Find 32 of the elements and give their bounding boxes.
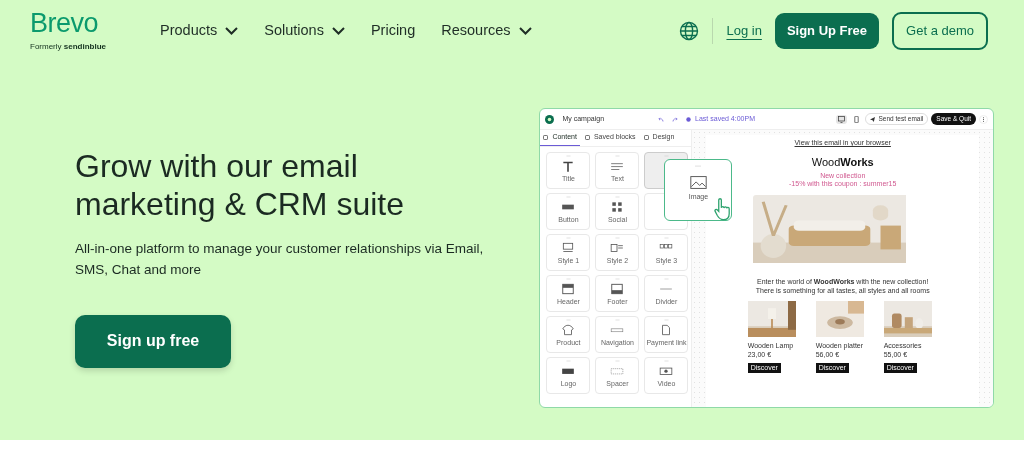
nav-menu-item[interactable]: Solutions — [264, 20, 345, 42]
desktop-view-button[interactable] — [835, 114, 847, 124]
sign-up-button[interactable]: Sign Up Free — [774, 13, 880, 49]
email-title: WoodWorks — [811, 155, 874, 170]
nav-menu-item[interactable]: Pricing — [370, 20, 416, 42]
block-icon — [561, 241, 576, 254]
logo-tagline: Formerly sendinblue — [30, 40, 106, 53]
tab-icon — [643, 134, 649, 140]
hero-description: All-in-one platform to manage your customer relationships via Email, SMS, Chat and more — [75, 239, 485, 280]
sign-up-button[interactable]: Sign up free — [75, 314, 231, 368]
image-icon — [689, 176, 707, 189]
tab-icon — [543, 134, 549, 140]
undo-icon[interactable] — [658, 116, 665, 122]
tab-icon — [584, 134, 590, 140]
redo-icon[interactable] — [672, 116, 679, 122]
hero-heading: Grow with our email marketing & CRM suite — [75, 147, 405, 224]
drag-handle-icon[interactable] — [663, 154, 669, 157]
block-icon — [561, 323, 576, 336]
nav-menu-item[interactable]: Resources — [441, 20, 532, 42]
block-icon — [610, 200, 625, 213]
block-icon — [610, 282, 625, 295]
more-icon[interactable] — [979, 114, 988, 124]
login-link[interactable]: Log in — [726, 21, 762, 41]
demo-button[interactable]: Get a demo — [892, 12, 988, 50]
globe-icon[interactable] — [679, 21, 700, 41]
block-icon — [659, 364, 674, 377]
block-icon — [561, 159, 576, 172]
block-icon — [610, 241, 625, 254]
nav-menu-item[interactable]: Products — [160, 20, 239, 42]
block-icon — [561, 282, 576, 295]
send-icon — [869, 116, 875, 122]
logo-icon — [545, 114, 555, 124]
